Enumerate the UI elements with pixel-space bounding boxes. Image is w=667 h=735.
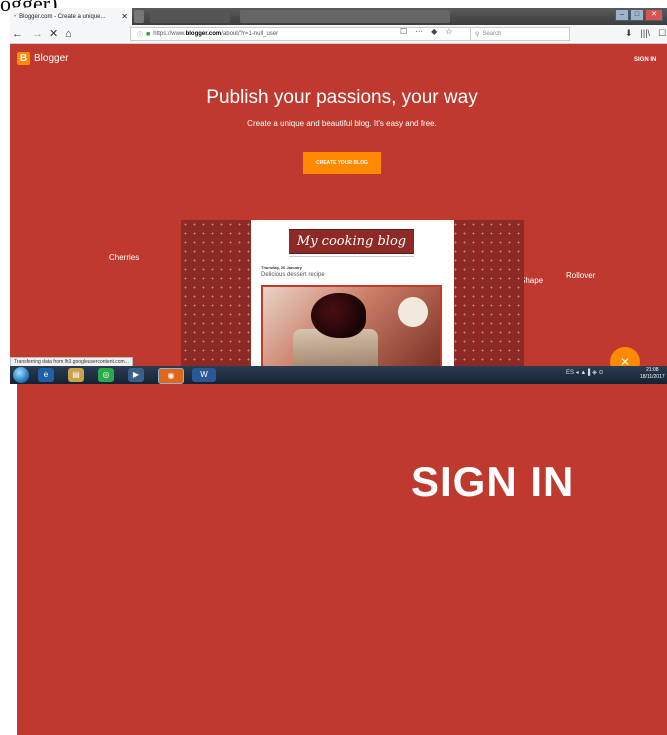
download-icon[interactable]: ⬇: [625, 28, 633, 39]
explorer-icon[interactable]: ▤: [68, 368, 84, 382]
sign-in-zoomed[interactable]: SIGN IN: [411, 458, 574, 506]
system-clock[interactable]: 21:08 18/11/2017: [640, 367, 665, 381]
toolbar-right: ⬇ |||\ ☐: [625, 28, 666, 39]
browser-nav-bar: ← → ✕ ⌂ ⓘ ■ https://www.blogger.com/abou…: [10, 25, 667, 44]
windows-taskbar: e ▤ ◎ ▶ ◉ W ES ◂ ▲ ▌◈ ⊙ 21:08 18/11/2017: [10, 366, 667, 384]
dessert-photo: [261, 285, 442, 366]
word-icon[interactable]: W: [192, 368, 216, 382]
blog-title-banner: My cooking blog: [289, 229, 414, 254]
search-placeholder: Search: [482, 31, 502, 37]
start-button[interactable]: [13, 367, 29, 383]
ie-icon[interactable]: e: [38, 368, 54, 382]
theme-label-cherries[interactable]: Cherries: [109, 253, 139, 262]
blog-divider: [289, 256, 414, 257]
theme-label-rollover[interactable]: Rollover: [566, 271, 595, 280]
page-subheadline: Create a unique and beautiful blog. It's…: [247, 119, 437, 128]
search-input[interactable]: ⚲ Search: [470, 27, 570, 41]
tab-favicon-icon: •: [14, 13, 17, 20]
tab-title: Blogger.com - Create a unique...: [19, 13, 106, 20]
library-icon[interactable]: |||\: [641, 28, 651, 39]
lock-icon: ■: [146, 30, 151, 38]
url-tools: ☐ ··· ◆ ☆: [400, 27, 453, 36]
back-button[interactable]: ←: [12, 27, 23, 41]
maximize-button[interactable]: □: [630, 9, 644, 21]
stop-button[interactable]: ✕: [49, 27, 58, 41]
page-actions-icon[interactable]: ···: [415, 27, 423, 36]
firefox-icon[interactable]: ◉: [158, 368, 184, 384]
bookmark-star-icon[interactable]: ☆: [445, 27, 452, 36]
sign-in-link[interactable]: SIGN IN: [634, 57, 656, 63]
media-player-icon[interactable]: ▶: [128, 368, 144, 382]
window-controls: – □ ✕: [615, 9, 663, 21]
floating-action-button[interactable]: ✕: [610, 347, 640, 366]
browser-tab-bar: • Blogger.com - Create a unique... ✕ – □…: [10, 8, 667, 25]
blogger-page: B Blogger SIGN IN Publish your passions,…: [10, 44, 667, 366]
sidebar-icon[interactable]: ☐: [658, 28, 666, 39]
background-window-title-2: [240, 10, 450, 23]
post-date: Thursday, 20 January: [261, 265, 302, 270]
cup-shape: [398, 297, 428, 327]
new-tab-button[interactable]: [134, 10, 144, 23]
clock-time: 21:08: [646, 367, 659, 373]
search-icon: ⚲: [475, 31, 480, 38]
theme-preview: My cooking blog Thursday, 20 January Del…: [181, 220, 524, 366]
blogger-logo[interactable]: B Blogger: [17, 52, 68, 65]
blogger-b-icon: B: [17, 52, 30, 65]
zoomed-region: SIGN IN: [17, 384, 667, 735]
line-icon[interactable]: ◎: [98, 368, 114, 382]
create-blog-button[interactable]: CREATE YOUR BLOG: [303, 152, 381, 174]
info-icon[interactable]: ⓘ: [137, 30, 143, 39]
background-window-title: [150, 10, 230, 23]
forward-button[interactable]: →: [32, 27, 43, 41]
url-text: https://www.blogger.com/about/?r=1-null_…: [153, 31, 279, 37]
reader-view-icon[interactable]: ☐: [400, 27, 407, 36]
dessert-shape: [311, 293, 366, 338]
page-headline: Publish your passions, your way: [206, 87, 478, 108]
clock-date: 18/11/2017: [640, 374, 665, 380]
pocket-icon[interactable]: ◆: [431, 27, 437, 36]
tab-blogger[interactable]: • Blogger.com - Create a unique... ✕: [10, 8, 132, 25]
post-title: Delicious dessert recipe: [261, 272, 325, 278]
minimize-button[interactable]: –: [615, 9, 629, 21]
close-window-button[interactable]: ✕: [645, 9, 663, 21]
blog-preview-card: My cooking blog Thursday, 20 January Del…: [251, 220, 454, 366]
system-tray[interactable]: ES ◂ ▲ ▌◈ ⊙: [566, 369, 604, 376]
tab-close-icon[interactable]: ✕: [121, 12, 128, 21]
home-button[interactable]: ⌂: [65, 27, 72, 41]
brand-name: Blogger: [34, 53, 69, 64]
